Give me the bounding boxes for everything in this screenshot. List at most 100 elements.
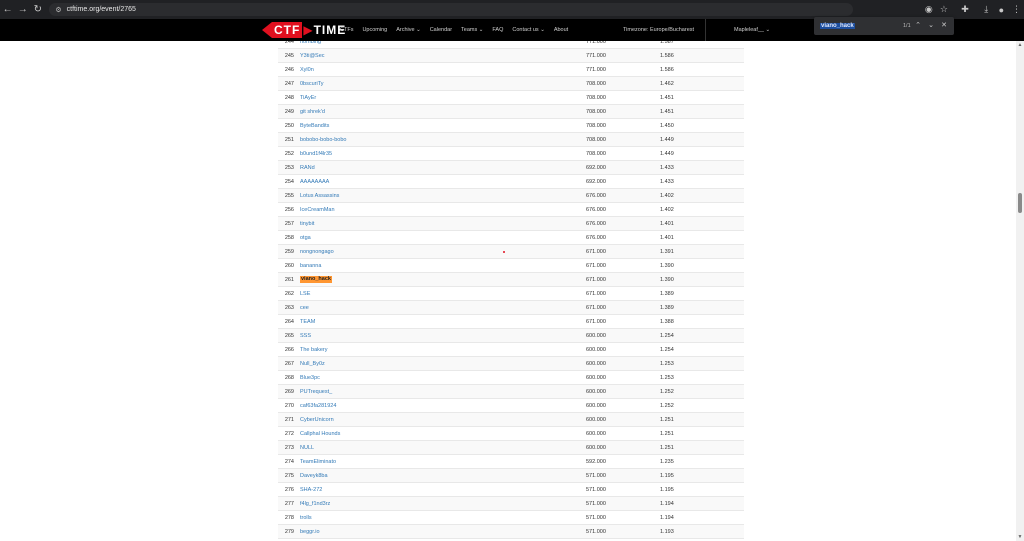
row-rating: 1.402: [660, 193, 674, 199]
scrollbar-thumb[interactable]: [1018, 193, 1022, 213]
row-rank: 251: [284, 137, 294, 143]
page-scrollbar[interactable]: [1016, 41, 1024, 541]
find-close-icon[interactable]: ✕: [939, 20, 949, 32]
star-icon[interactable]: ☆: [936, 2, 951, 18]
row-team-link[interactable]: trolls: [300, 511, 312, 525]
find-bar: viano_hack 1/1 ⌃ ⌄ ✕: [814, 17, 954, 35]
row-rating: 1.388: [660, 319, 674, 325]
row-rating: 1.254: [660, 333, 674, 339]
user-menu[interactable]: Mapleleaf__ ⌄: [705, 19, 770, 41]
back-icon[interactable]: ←: [0, 2, 15, 18]
row-team-link[interactable]: AAAAAAAA: [300, 175, 329, 189]
row-team-link[interactable]: PUTrequest_: [300, 385, 332, 399]
row-team-link[interactable]: LSE: [300, 287, 310, 301]
table-row: 278 trolls 571.000 1.194: [278, 510, 744, 524]
row-rating: 1.252: [660, 389, 674, 395]
reload-icon[interactable]: ↻: [30, 2, 45, 18]
extensions-icon[interactable]: ✚: [958, 2, 973, 18]
row-team-link[interactable]: bananna: [300, 259, 321, 273]
row-team-link[interactable]: IceCreamMan: [300, 203, 335, 217]
row-points: 571.000: [586, 487, 606, 493]
row-team-link[interactable]: bobobo-bobo-bobo: [300, 133, 347, 147]
row-points: 708.000: [586, 81, 606, 87]
scroll-up-icon[interactable]: ▲: [1016, 41, 1024, 49]
row-team-link[interactable]: f4lg_f1nd3rz: [300, 497, 330, 511]
row-team-link[interactable]: git shrek'd: [300, 105, 325, 119]
download-icon[interactable]: ⤓: [979, 2, 994, 18]
profile-icon[interactable]: ◉: [921, 2, 936, 18]
row-team-link[interactable]: tinybit: [300, 217, 314, 231]
row-rating: 1.401: [660, 235, 674, 241]
row-team-link[interactable]: ByteBandits: [300, 119, 329, 133]
url-text: ctftime.org/event/2765: [66, 6, 136, 13]
row-team-link[interactable]: nongnongago: [300, 245, 334, 259]
table-row: 266 The bakery 600.000 1.254: [278, 342, 744, 356]
nav-ctfs[interactable]: CTFs: [340, 27, 353, 33]
row-team-link[interactable]: Lotus Assassins: [300, 189, 339, 203]
table-row: 271 CyberUnicorn 600.000 1.251: [278, 412, 744, 426]
row-team-link[interactable]: RANd: [300, 161, 315, 175]
row-team-link[interactable]: caf63fa281924: [300, 399, 336, 413]
find-next-icon[interactable]: ⌄: [926, 20, 936, 32]
find-prev-icon[interactable]: ⌃: [913, 20, 923, 32]
row-team-link[interactable]: cee: [300, 301, 309, 315]
row-team-link[interactable]: 0bscuriTy: [300, 77, 324, 91]
nav-archive[interactable]: Archive ⌄: [396, 27, 420, 33]
row-team-link[interactable]: Callphal Hounds: [300, 427, 340, 441]
ctftime-logo[interactable]: CTF ▶ TIME: [262, 19, 345, 41]
table-row: 261 viano_hack 671.000 1.390: [278, 272, 744, 286]
menu-icon[interactable]: ⋮: [1009, 2, 1024, 18]
row-team-link[interactable]: TEAM: [300, 315, 315, 329]
table-row: 273 NULL 600.000 1.251: [278, 440, 744, 454]
row-rank: 279: [284, 529, 294, 535]
nav-calendar[interactable]: Calendar: [430, 27, 452, 33]
row-team-link[interactable]: Y3ti@Sec: [300, 49, 325, 63]
row-team-link[interactable]: Null_By0z: [300, 357, 325, 371]
row-team-link[interactable]: Blue3pc: [300, 371, 320, 385]
row-team-link[interactable]: SSS: [300, 329, 311, 343]
row-points: 708.000: [586, 95, 606, 101]
nav-teams[interactable]: Teams ⌄: [461, 27, 483, 33]
row-team-link[interactable]: TeamEliminato: [300, 455, 336, 469]
address-bar[interactable]: ⚙ ctftime.org/event/2765: [49, 3, 854, 16]
forward-icon[interactable]: →: [15, 2, 30, 18]
nav-about[interactable]: About: [554, 27, 568, 33]
row-points: 592.000: [586, 459, 606, 465]
row-team-link[interactable]: beggr.io: [300, 525, 320, 539]
row-team-link[interactable]: The bakery: [300, 343, 328, 357]
find-count: 1/1: [903, 23, 911, 29]
row-points: 771.000: [586, 67, 606, 73]
row-rank: 262: [284, 291, 294, 297]
table-row: 274 TeamEliminato 592.000 1.235: [278, 454, 744, 468]
nav-faq[interactable]: FAQ: [492, 27, 503, 33]
find-input[interactable]: viano_hack: [820, 21, 875, 31]
row-team-link[interactable]: Daveyk8ba: [300, 469, 328, 483]
table-row: 246 Xyl0n 771.000 1.586: [278, 62, 744, 76]
table-row: 250 ByteBandits 708.000 1.450: [278, 118, 744, 132]
row-rank: 248: [284, 95, 294, 101]
row-team-link[interactable]: TiAyEr: [300, 91, 316, 105]
row-team-link[interactable]: viano_hack: [300, 276, 332, 283]
scroll-down-icon[interactable]: ▼: [1016, 533, 1024, 541]
row-team-link[interactable]: otga: [300, 231, 311, 245]
row-rank: 265: [284, 333, 294, 339]
row-points: 671.000: [586, 291, 606, 297]
row-rating: 1.451: [660, 95, 674, 101]
row-team-link[interactable]: Xyl0n: [300, 63, 314, 77]
table-row: 260 bananna 671.000 1.390: [278, 258, 744, 272]
row-team-link[interactable]: SHA-272: [300, 483, 322, 497]
timezone-label[interactable]: Timezone: Europe/Bucharest: [623, 19, 694, 41]
row-team-link[interactable]: b0und1f4lr35: [300, 147, 332, 161]
table-row: 263 cee 671.000 1.389: [278, 300, 744, 314]
row-team-link[interactable]: NULL: [300, 441, 314, 455]
tune-icon[interactable]: ⚙: [55, 6, 61, 14]
row-points: 671.000: [586, 319, 606, 325]
table-row: 253 RANd 692.000 1.433: [278, 160, 744, 174]
row-points: 676.000: [586, 235, 606, 241]
nav-contact[interactable]: Contact us ⌄: [512, 27, 544, 33]
account-icon[interactable]: ●: [994, 2, 1009, 18]
nav-upcoming[interactable]: Upcoming: [362, 27, 387, 33]
row-rating: 1.193: [660, 529, 674, 535]
row-team-link[interactable]: CyberUnicorn: [300, 413, 334, 427]
row-rating: 1.235: [660, 459, 674, 465]
